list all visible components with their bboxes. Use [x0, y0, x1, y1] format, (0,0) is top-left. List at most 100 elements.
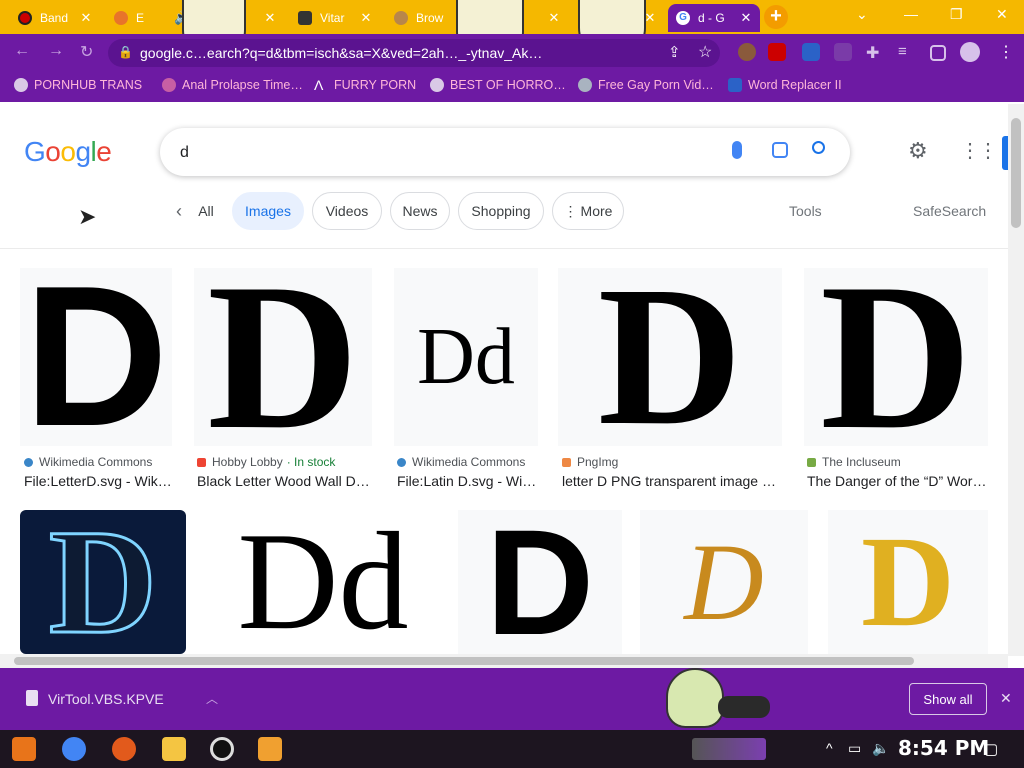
bookmark-item[interactable]: Anal Prolapse Time… — [162, 78, 303, 92]
forward-button[interactable]: → — [48, 42, 64, 60]
scrollbar-thumb[interactable] — [14, 657, 914, 665]
extension-icon[interactable] — [834, 43, 852, 61]
result-image[interactable]: D — [558, 268, 782, 446]
safesearch-button[interactable]: SafeSearch — [913, 203, 986, 219]
share-icon[interactable]: ⇪ — [668, 43, 681, 61]
close-icon[interactable]: ✕ — [78, 10, 94, 26]
back-button[interactable]: ← — [14, 42, 30, 60]
ublock-icon[interactable] — [768, 43, 786, 61]
result-caption[interactable]: The Danger of the “D” Wor… — [807, 473, 987, 489]
result-image[interactable]: D — [458, 510, 622, 654]
word-replacer-icon — [728, 78, 742, 92]
result-source[interactable]: Hobby Lobby · In stock — [197, 455, 335, 469]
close-icon[interactable]: ✕ — [738, 10, 754, 26]
file-explorer-icon[interactable] — [162, 737, 186, 761]
tab-4[interactable]: Vitar ✕ — [290, 4, 380, 32]
result-image[interactable]: Dd — [206, 510, 440, 654]
media-player-icon[interactable] — [258, 737, 282, 761]
chip-shopping[interactable]: Shopping — [458, 192, 544, 230]
result-caption[interactable]: File:Latin D.svg - Wi… — [397, 473, 537, 489]
tab-google-images[interactable]: G d - G ✕ — [668, 4, 760, 32]
scrollbar-thumb[interactable] — [1011, 118, 1021, 228]
windows-taskbar — [0, 730, 1024, 768]
close-window-button[interactable]: ✕ — [996, 6, 1008, 23]
record-icon[interactable] — [210, 737, 234, 761]
show-all-button[interactable]: Show all — [909, 683, 987, 715]
tab-1[interactable]: Band ✕ — [10, 4, 100, 32]
chip-all[interactable]: All — [190, 192, 222, 230]
google-logo[interactable]: Google — [24, 136, 112, 168]
start-button[interactable] — [12, 737, 36, 761]
chevron-left-icon[interactable]: ‹ — [176, 201, 182, 222]
media-icon[interactable]: ≡ — [898, 43, 916, 61]
new-tab-button[interactable]: + — [764, 5, 788, 29]
clock[interactable]: 8:54 PM — [898, 736, 989, 760]
restore-button[interactable]: ❐ — [950, 6, 963, 23]
word-replacer-icon[interactable] — [802, 43, 820, 61]
bookmark-item[interactable]: PORNHUB TRANS — [14, 78, 142, 92]
result-image[interactable]: D — [20, 510, 186, 654]
result-image[interactable]: D — [640, 510, 808, 654]
reload-button[interactable]: ↻ — [80, 42, 93, 62]
wikimedia-icon — [24, 457, 33, 467]
result-source[interactable]: Wikimedia Commons — [24, 455, 152, 469]
close-icon[interactable]: ✕ — [358, 10, 374, 26]
result-image[interactable]: D — [194, 268, 372, 446]
tray-chevron-icon[interactable]: ^ — [826, 740, 833, 756]
search-icon[interactable] — [812, 141, 825, 154]
tab-label: E — [136, 11, 145, 25]
url-text[interactable]: google.c…earch?q=d&tbm=isch&sa=X&ved=2ah… — [140, 45, 660, 61]
lens-icon[interactable] — [772, 142, 788, 158]
result-image[interactable]: D — [804, 268, 988, 446]
result-caption[interactable]: letter D PNG transparent image … — [562, 473, 776, 489]
result-image[interactable]: D — [20, 268, 172, 446]
close-icon[interactable]: ✕ — [1000, 690, 1012, 707]
result-source[interactable]: Wikimedia Commons — [397, 455, 525, 469]
bookmark-item[interactable]: Λ FURRY PORN — [314, 78, 416, 92]
google-icon: G — [676, 11, 690, 25]
chip-videos[interactable]: Videos — [312, 192, 382, 230]
tab-search-icon[interactable]: ⌄ — [856, 6, 868, 23]
chrome-icon[interactable] — [62, 737, 86, 761]
extension-icon[interactable] — [738, 43, 756, 61]
record-icon — [18, 11, 32, 25]
bookmark-star-icon[interactable]: ☆ — [698, 42, 712, 62]
tab-label: Brow — [416, 11, 444, 25]
minimize-button[interactable]: — — [904, 6, 918, 22]
vitamin-icon — [298, 11, 312, 25]
chip-more[interactable]: ⋮ More — [552, 192, 624, 230]
tools-button[interactable]: Tools — [789, 203, 822, 219]
search-input[interactable]: d — [180, 144, 189, 162]
result-image[interactable]: Dd — [394, 268, 538, 446]
search-box[interactable] — [160, 128, 850, 176]
close-icon[interactable]: ✕ — [262, 10, 278, 26]
bookmark-item[interactable]: Word Replacer II — [728, 78, 842, 92]
site-icon — [162, 78, 176, 92]
firefox-icon[interactable] — [112, 737, 136, 761]
result-source[interactable]: PngImg — [562, 455, 618, 469]
chip-news[interactable]: News — [390, 192, 450, 230]
more-dots-icon: ⋮ — [563, 202, 578, 219]
result-source[interactable]: The Incluseum — [807, 455, 901, 469]
notifications-icon[interactable]: ▢ — [984, 740, 998, 758]
lock-icon[interactable]: 🔒 — [118, 45, 133, 59]
result-caption[interactable]: Black Letter Wood Wall D… — [197, 473, 369, 489]
settings-gear-icon[interactable]: ⚙ — [908, 140, 928, 162]
bookmark-item[interactable]: BEST OF HORRO… — [430, 78, 566, 92]
sidepanel-icon[interactable] — [930, 45, 946, 61]
result-caption[interactable]: File:LetterD.svg - Wik… — [24, 473, 174, 489]
puzzle-icon[interactable]: ✚ — [866, 43, 884, 62]
bookmark-item[interactable]: Free Gay Porn Vid… — [578, 78, 714, 92]
tab-label: Band — [40, 11, 69, 25]
network-icon[interactable]: ▭ — [848, 740, 861, 757]
menu-icon[interactable]: ⋮ — [998, 42, 1014, 62]
taskbar-banner — [692, 738, 766, 760]
chip-images[interactable]: Images — [232, 192, 304, 230]
microphone-icon[interactable] — [732, 141, 742, 159]
download-item[interactable]: VirTool.VBS.KPVE — [48, 691, 164, 707]
volume-icon[interactable]: 🔈 — [872, 740, 889, 757]
chevron-up-icon[interactable]: ︿ — [206, 690, 218, 707]
result-image[interactable]: D — [828, 510, 988, 654]
close-icon[interactable]: ✕ — [546, 10, 562, 26]
profile-avatar[interactable] — [960, 42, 980, 62]
